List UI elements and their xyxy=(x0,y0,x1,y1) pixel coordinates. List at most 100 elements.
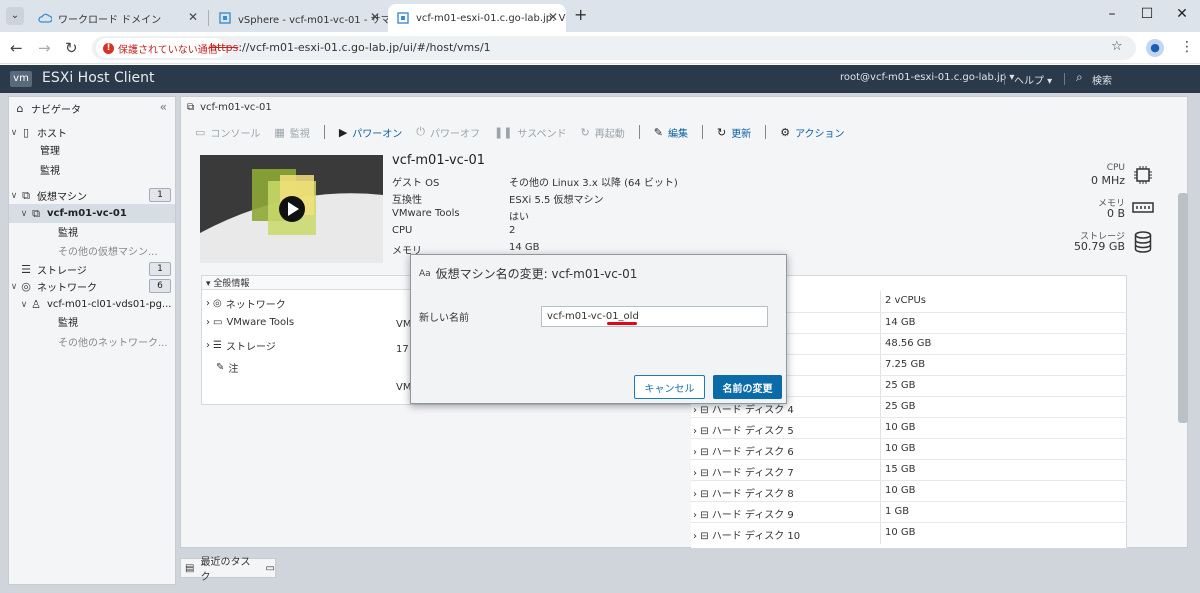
chevron-down-icon[interactable]: ∨ xyxy=(19,209,29,219)
profile-avatar-icon[interactable]: ● xyxy=(1146,39,1164,57)
monitor-button[interactable]: ▦ 監視 xyxy=(274,125,309,140)
hardware-row[interactable]: › ⊟ ハード ディスク 7 15 GB xyxy=(691,459,1127,481)
omnibox[interactable]: ! 保護されていない通信 https://vcf-m01-esxi-01.c.g… xyxy=(92,36,1136,60)
console-button[interactable]: ▭ コンソール xyxy=(195,125,260,140)
sidebar-item-label: その他の仮想マシン... xyxy=(58,247,158,258)
refresh-icon: ↻ xyxy=(716,125,727,139)
new-name-label: 新しい名前 xyxy=(419,313,469,324)
browser-tab-workload-domain[interactable]: ワークロード ドメイン ✕ xyxy=(30,4,206,32)
recent-tasks-tab[interactable]: ▤ 最近のタスク ▭ xyxy=(180,557,276,583)
hw-value: 48.56 GB xyxy=(885,338,932,349)
search-icon[interactable]: ⌕ xyxy=(1076,70,1083,85)
close-icon[interactable]: ✕ xyxy=(548,10,558,24)
tasks-icon: ▤ xyxy=(185,562,195,574)
vm-console-thumbnail[interactable] xyxy=(200,155,383,263)
back-icon[interactable]: ← xyxy=(10,39,23,57)
tab-title: vSphere - vcf-m01-vc-01 - サマリ xyxy=(238,14,388,26)
hw-key: ハード ディスク 8 xyxy=(711,489,794,500)
storage-icon xyxy=(1134,231,1152,256)
general-row-storage[interactable]: › ☰ ストレージ xyxy=(206,338,276,353)
hardware-row[interactable]: › ⊟ ハード ディスク 10 10 GB xyxy=(691,522,1127,544)
sidebar-item-host-monitor[interactable]: 監視 xyxy=(9,160,175,179)
restart-button[interactable]: ↻ 再起動 xyxy=(581,125,625,140)
close-window-icon[interactable]: ✕ xyxy=(1172,6,1192,22)
scrollbar[interactable] xyxy=(1178,193,1188,423)
app-title: ESXi Host Client xyxy=(42,70,155,86)
count-badge: 6 xyxy=(149,279,171,293)
memory-icon xyxy=(1132,201,1154,218)
suspend-button[interactable]: ❚❚ サスペンド xyxy=(494,125,567,140)
hardware-row[interactable]: › ⊟ ハード ディスク 8 10 GB xyxy=(691,480,1127,502)
hardware-row[interactable]: › ⊟ ハード ディスク 6 10 GB xyxy=(691,438,1127,460)
browser-tab-esxi[interactable]: vcf-m01-esxi-01.c.go-lab.jp: VM ✕ xyxy=(388,4,566,32)
sidebar-item-network[interactable]: ∨ ◎ ネットワーク 6 xyxy=(9,277,175,296)
hardware-row[interactable]: › ⊟ ハード ディスク 91 GB xyxy=(691,501,1127,523)
button-label: サスペンド xyxy=(517,128,567,140)
security-chip[interactable]: ! 保護されていない通信 xyxy=(96,38,225,58)
maximize-icon[interactable]: ☐ xyxy=(1137,6,1157,22)
new-tab-button[interactable]: + xyxy=(574,5,587,24)
general-row-network[interactable]: › ◎ ネットワーク xyxy=(206,296,286,311)
chevron-down-icon[interactable]: ∨ xyxy=(9,282,19,292)
chevron-right-icon: › xyxy=(206,340,210,351)
search-link[interactable]: 検索 xyxy=(1092,72,1112,87)
refresh-button[interactable]: ↻ 更新 xyxy=(717,125,751,140)
sidebar-item-label: ホスト xyxy=(37,129,67,140)
tab-search-button[interactable]: ⌄ xyxy=(6,7,24,25)
chevron-right-icon: › xyxy=(206,317,210,328)
sidebar-item-vms[interactable]: ∨ ⧉ 仮想マシン 1 xyxy=(9,186,175,205)
chevron-down-icon[interactable]: ∨ xyxy=(9,191,19,201)
general-row-notes[interactable]: ✎ 注 xyxy=(216,360,238,375)
sidebar-item-vm-monitor[interactable]: 監視 xyxy=(9,222,175,241)
sidebar-item-manage[interactable]: 管理 xyxy=(9,140,175,159)
button-label: 再起動 xyxy=(594,128,625,140)
vm-toolbar: ▭ コンソール ▦ 監視 ▶ パワーオン ⏻ パワーオフ ❚❚ サスペンド ↻ 再起動 ✎ 編… xyxy=(195,121,859,143)
resource-value: 50.79 GB xyxy=(1073,240,1125,253)
hw-value: 25 GB xyxy=(885,401,916,412)
sidebar-item-vm-vcf-m01-vc-01[interactable]: ∨ ⧉ vcf-m01-vc-01 xyxy=(9,204,175,223)
browser-menu-icon[interactable]: ⋮ xyxy=(1180,39,1194,55)
collapse-icon[interactable]: « xyxy=(160,100,167,114)
chevron-down-icon[interactable]: ∨ xyxy=(19,300,29,310)
edit-button[interactable]: ✎ 編集 xyxy=(654,125,688,140)
power-on-button[interactable]: ▶ パワーオン xyxy=(339,125,402,140)
header-divider xyxy=(1064,73,1065,85)
hw-key: ハード ディスク 9 xyxy=(711,510,794,521)
user-menu[interactable]: root@vcf-m01-esxi-01.c.go-lab.jp ▾ xyxy=(840,72,1014,83)
close-icon[interactable]: ✕ xyxy=(370,10,380,24)
sidebar-item-label: 監視 xyxy=(58,228,78,239)
hw-key: ハード ディスク 4 xyxy=(711,405,794,416)
power-off-button[interactable]: ⏻ パワーオフ xyxy=(416,125,480,140)
rename-button[interactable]: 名前の変更 xyxy=(713,375,782,399)
sidebar-item-more-networks[interactable]: その他のネットワーク... xyxy=(9,332,175,351)
address-bar: ← → ↻ ! 保護されていない通信 https://vcf-m01-esxi-… xyxy=(0,32,1200,64)
disk-icon: ⊟ xyxy=(700,405,712,416)
header-divider xyxy=(1004,73,1005,85)
hw-value: 25 GB xyxy=(885,380,916,391)
hardware-row[interactable]: › ⊟ ハード ディスク 5 10 GB xyxy=(691,417,1127,439)
rename-icon: Aa xyxy=(419,268,431,279)
close-icon[interactable]: ✕ xyxy=(188,10,198,24)
breadcrumb: ⧉ vcf-m01-vc-01 xyxy=(181,97,1187,117)
disk-icon: ⊟ xyxy=(700,447,712,458)
vm-name-heading: vcf-m01-vc-01 xyxy=(392,153,486,168)
browser-tab-vsphere[interactable]: vSphere - vcf-m01-vc-01 - サマリ ✕ xyxy=(210,4,388,32)
new-name-input[interactable] xyxy=(541,306,768,327)
sidebar-item-more-vms[interactable]: その他の仮想マシン... xyxy=(9,241,175,260)
general-row-tools[interactable]: › ▭ VMware Tools xyxy=(206,317,294,328)
sidebar-item-net-monitor[interactable]: 監視 xyxy=(9,312,175,331)
minimize-icon[interactable]: – xyxy=(1102,6,1122,22)
console-icon: ▭ xyxy=(195,125,206,139)
bookmark-star-icon[interactable]: ☆ xyxy=(1111,39,1123,54)
rename-vm-dialog: Aa 仮想マシン名の変更: vcf-m01-vc-01 新しい名前 キャンセル … xyxy=(410,254,787,404)
forward-icon[interactable]: → xyxy=(38,39,51,57)
reload-icon[interactable]: ↻ xyxy=(65,39,78,57)
sidebar-item-label: 仮想マシン xyxy=(37,192,87,203)
cancel-button[interactable]: キャンセル xyxy=(634,375,705,399)
help-menu[interactable]: ヘルプ ▾ xyxy=(1014,72,1052,87)
actions-button[interactable]: ⚙ アクション xyxy=(780,125,844,140)
vmware-logo: vm xyxy=(10,71,32,87)
chevron-down-icon[interactable]: ∨ xyxy=(9,128,19,138)
expand-icon[interactable]: ▭ xyxy=(266,563,275,574)
url-text[interactable]: https://vcf-m01-esxi-01.c.go-lab.jp/ui/#… xyxy=(210,41,491,54)
